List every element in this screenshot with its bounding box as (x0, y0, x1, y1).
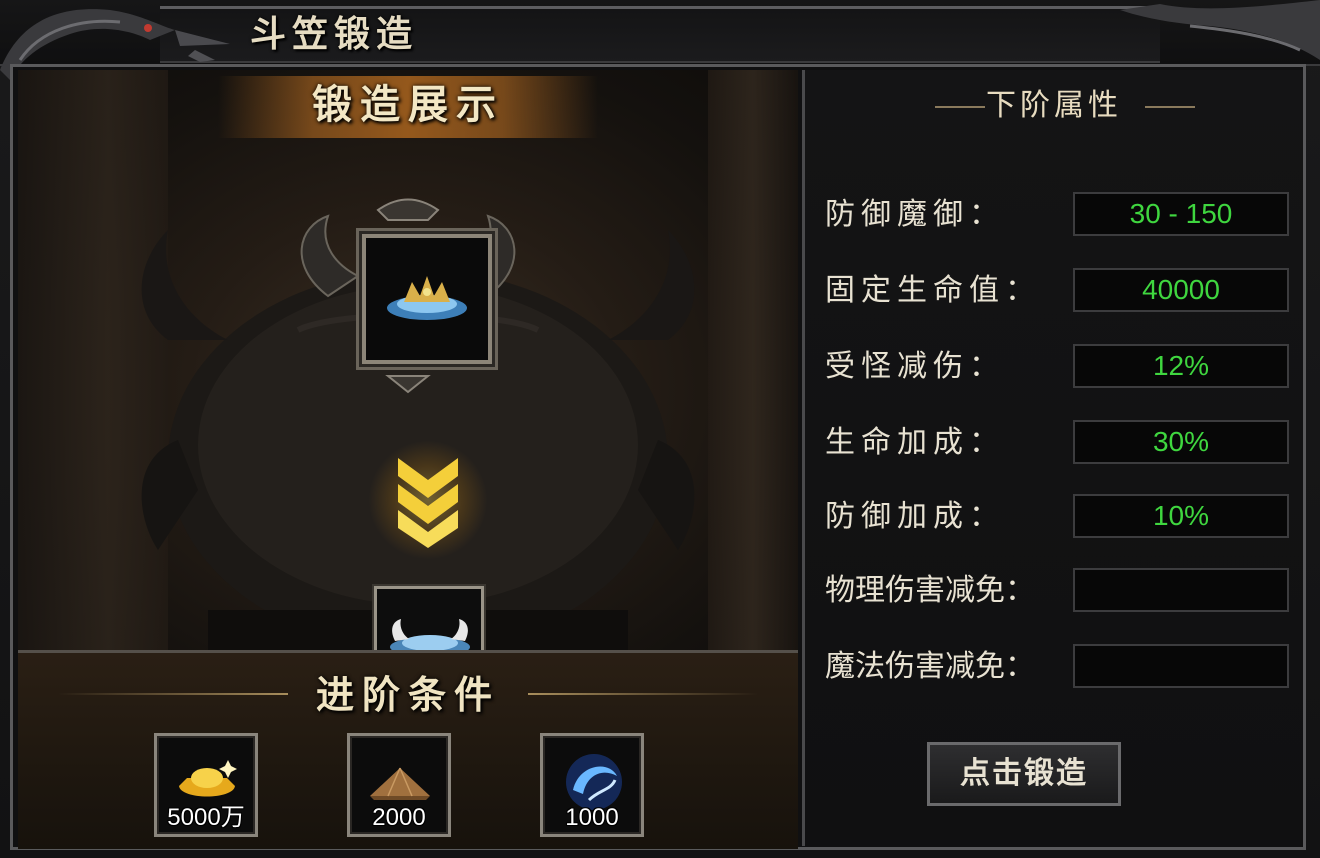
chevron-down-icon (398, 458, 458, 548)
attribute-label: 防御魔御： (825, 197, 1005, 232)
attribute-row: 防御加成： 10% (825, 494, 1295, 540)
forge-window: 斗笠锻造 锻造展示 进阶条件 5000万 2000 1000 下阶属性 防御魔御… (0, 0, 1320, 858)
dragon-ornament-right-icon (1120, 0, 1320, 60)
attribute-value: 30% (1073, 420, 1289, 464)
attribute-label: 固定生命值： (825, 273, 1041, 308)
forge-button[interactable]: 点击锻造 (927, 742, 1121, 806)
title-bar: 斗笠锻造 (0, 0, 1320, 80)
attribute-label: 受怪减伤： (825, 349, 1005, 384)
window-title: 斗笠锻造 (250, 13, 419, 55)
attribute-value: 10% (1073, 494, 1289, 538)
attribute-label: 魔法伤害减免： (825, 649, 1035, 684)
upgrade-arrow-glow (368, 440, 488, 560)
material-count: 1000 (565, 804, 619, 831)
attribute-row: 魔法伤害减免： (825, 644, 1295, 690)
result-item-slot[interactable] (362, 234, 492, 364)
attribute-row: 物理伤害减免： (825, 568, 1295, 614)
horned-hat-icon (390, 619, 470, 650)
material-count: 5000万 (167, 804, 245, 831)
source-item-slot[interactable] (374, 586, 484, 650)
attribute-value: 12% (1073, 344, 1289, 388)
attributes-title: 下阶属性 (986, 88, 1122, 123)
attribute-label: 生命加成： (825, 425, 1005, 460)
forge-display-panel: 锻造展示 (18, 70, 798, 650)
blue-crown-hat-icon (387, 276, 467, 320)
material-slot-crystal[interactable]: 1000 (540, 733, 644, 837)
attribute-row: 生命加成： 30% (825, 420, 1295, 466)
conditions-title: 进阶条件 (315, 672, 500, 717)
conditions-panel: 进阶条件 5000万 2000 1000 (18, 650, 798, 849)
attribute-row: 防御魔御： 30 - 150 (825, 192, 1295, 238)
display-title: 锻造展示 (312, 81, 504, 128)
material-slot-gold[interactable]: 5000万 (154, 733, 258, 837)
attribute-value (1073, 568, 1289, 612)
attribute-value: 30 - 150 (1073, 192, 1289, 236)
attribute-label: 防御加成： (825, 499, 1005, 534)
attribute-value: 40000 (1073, 268, 1289, 312)
attribute-value (1073, 644, 1289, 688)
material-slot-hat[interactable]: 2000 (347, 733, 451, 837)
attribute-row: 受怪减伤： 12% (825, 344, 1295, 390)
attribute-label: 物理伤害减免： (825, 573, 1035, 608)
material-count: 2000 (372, 804, 426, 831)
attributes-panel: 下阶属性 防御魔御： 30 - 150 固定生命值： 40000 受怪减伤： 1… (802, 70, 1303, 846)
attribute-row: 固定生命值： 40000 (825, 268, 1295, 314)
bamboo-hat-icon (370, 767, 430, 800)
